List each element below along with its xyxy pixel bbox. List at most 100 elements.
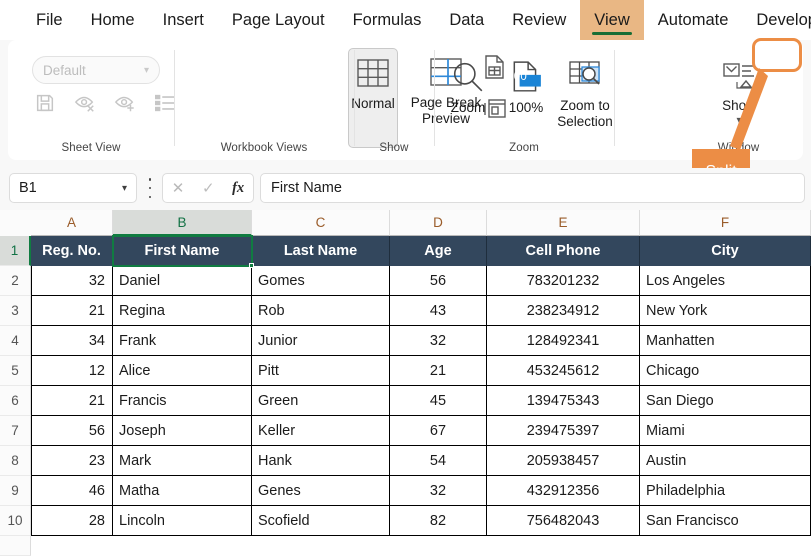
cell-D2[interactable]: 56 (390, 266, 487, 296)
cell-F6[interactable]: San Diego (640, 386, 811, 416)
row-header-11[interactable] (0, 536, 31, 556)
cell-F4[interactable]: Manhatten (640, 326, 811, 356)
cell-D10[interactable]: 82 (390, 506, 487, 536)
cell-D4[interactable]: 32 (390, 326, 487, 356)
formula-input[interactable]: First Name (260, 173, 805, 203)
column-header-B[interactable]: B (113, 210, 252, 236)
header-cell-E1[interactable]: Cell Phone (487, 236, 640, 266)
cell-C5[interactable]: Pitt (252, 356, 390, 386)
cell-E10[interactable]: 756482043 (487, 506, 640, 536)
cell-B8[interactable]: Mark (113, 446, 252, 476)
column-header-D[interactable]: D (390, 210, 487, 236)
column-header-C[interactable]: C (252, 210, 390, 236)
enter-icon[interactable]: ✓ (202, 179, 215, 197)
cell-E6[interactable]: 139475343 (487, 386, 640, 416)
ribbon-tab-view[interactable]: View (580, 0, 644, 40)
row-header-6[interactable]: 6 (0, 386, 31, 416)
cell-C7[interactable]: Keller (252, 416, 390, 446)
ribbon-tab-formulas[interactable]: Formulas (339, 0, 436, 40)
cell-D5[interactable]: 21 (390, 356, 487, 386)
cell-F5[interactable]: Chicago (640, 356, 811, 386)
cell-F9[interactable]: Philadelphia (640, 476, 811, 506)
cell-D7[interactable]: 67 (390, 416, 487, 446)
cell-E7[interactable]: 239475397 (487, 416, 640, 446)
row-header-5[interactable]: 5 (0, 356, 31, 386)
save-sheet-view-icon[interactable] (34, 92, 56, 114)
ribbon-tab-automate[interactable]: Automate (644, 0, 743, 40)
cell-F10[interactable]: San Francisco (640, 506, 811, 536)
header-cell-A1[interactable]: Reg. No. (31, 236, 113, 266)
cell-B5[interactable]: Alice (113, 356, 252, 386)
header-cell-D1[interactable]: Age (390, 236, 487, 266)
cell-E2[interactable]: 783201232 (487, 266, 640, 296)
row-header-3[interactable]: 3 (0, 296, 31, 326)
new-sheet-view-icon[interactable] (114, 92, 136, 114)
cell-B10[interactable]: Lincoln (113, 506, 252, 536)
ribbon-tab-data[interactable]: Data (435, 0, 498, 40)
column-header-F[interactable]: F (640, 210, 811, 236)
row-header-2[interactable]: 2 (0, 266, 31, 296)
ribbon-tab-insert[interactable]: Insert (149, 0, 218, 40)
sheet-view-options-icon[interactable] (154, 92, 176, 114)
header-cell-F1[interactable]: City (640, 236, 811, 266)
cell-C10[interactable]: Scofield (252, 506, 390, 536)
row-header-7[interactable]: 7 (0, 416, 31, 446)
cell-A3[interactable]: 21 (31, 296, 113, 326)
cell-C8[interactable]: Hank (252, 446, 390, 476)
cell-D3[interactable]: 43 (390, 296, 487, 326)
cell-B3[interactable]: Regina (113, 296, 252, 326)
ribbon-tab-developer[interactable]: Developer (742, 0, 811, 40)
cell-C2[interactable]: Gomes (252, 266, 390, 296)
row-header-4[interactable]: 4 (0, 326, 31, 356)
cell-A9[interactable]: 46 (31, 476, 113, 506)
cell-D8[interactable]: 54 (390, 446, 487, 476)
cell-A10[interactable]: 28 (31, 506, 113, 536)
ribbon-tab-page-layout[interactable]: Page Layout (218, 0, 339, 40)
cell-A6[interactable]: 21 (31, 386, 113, 416)
row-header-8[interactable]: 8 (0, 446, 31, 476)
cell-E3[interactable]: 238234912 (487, 296, 640, 326)
cell-F3[interactable]: New York (640, 296, 811, 326)
zoom-100-button[interactable]: 100 100% (498, 50, 554, 146)
cell-B9[interactable]: Matha (113, 476, 252, 506)
row-header-10[interactable]: 10 (0, 506, 31, 536)
cell-A8[interactable]: 23 (31, 446, 113, 476)
cell-E8[interactable]: 205938457 (487, 446, 640, 476)
cell-E5[interactable]: 453245612 (487, 356, 640, 386)
cell-C6[interactable]: Green (252, 386, 390, 416)
header-cell-C1[interactable]: Last Name (252, 236, 390, 266)
ribbon-tab-review[interactable]: Review (498, 0, 580, 40)
cell-F8[interactable]: Austin (640, 446, 811, 476)
row-header-9[interactable]: 9 (0, 476, 31, 506)
cell-A5[interactable]: 12 (31, 356, 113, 386)
cell-D6[interactable]: 45 (390, 386, 487, 416)
formula-bar-more-button[interactable] (143, 178, 157, 198)
cell-B2[interactable]: Daniel (113, 266, 252, 296)
cell-C9[interactable]: Genes (252, 476, 390, 506)
cell-F2[interactable]: Los Angeles (640, 266, 811, 296)
cell-B4[interactable]: Frank (113, 326, 252, 356)
header-cell-B1[interactable]: First Name (113, 236, 252, 266)
cell-A4[interactable]: 34 (31, 326, 113, 356)
cell-F7[interactable]: Miami (640, 416, 811, 446)
zoom-to-selection-button[interactable]: Zoom to Selection (554, 50, 616, 146)
cell-D9[interactable]: 32 (390, 476, 487, 506)
name-box[interactable]: B1 ▾ (9, 173, 137, 203)
ribbon-tab-file[interactable]: File (22, 0, 77, 40)
cell-A2[interactable]: 32 (31, 266, 113, 296)
fx-icon[interactable]: fx (232, 180, 244, 197)
cell-B7[interactable]: Joseph (113, 416, 252, 446)
ribbon-tab-home[interactable]: Home (77, 0, 149, 40)
cell-E9[interactable]: 432912356 (487, 476, 640, 506)
row-header-1[interactable]: 1 (0, 236, 31, 266)
cell-C3[interactable]: Rob (252, 296, 390, 326)
column-header-A[interactable]: A (31, 210, 113, 236)
cell-E4[interactable]: 128492341 (487, 326, 640, 356)
exit-sheet-view-icon[interactable] (74, 92, 96, 114)
sheet-view-combo[interactable]: Default ▾ (32, 56, 160, 84)
cell-A7[interactable]: 56 (31, 416, 113, 446)
cancel-icon[interactable]: ✕ (172, 179, 185, 197)
cell-C4[interactable]: Junior (252, 326, 390, 356)
zoom-button[interactable]: Zoom (438, 50, 498, 146)
column-header-E[interactable]: E (487, 210, 640, 236)
